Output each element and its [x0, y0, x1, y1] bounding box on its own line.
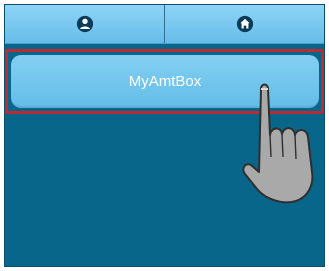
user-icon [76, 15, 93, 33]
tab-home[interactable] [164, 5, 324, 43]
tab-profile[interactable] [5, 5, 164, 43]
myamtbox-button[interactable]: MyAmtBox [11, 55, 319, 108]
app-screen: MyAmtBox [4, 4, 325, 267]
myamtbox-button-label: MyAmtBox [128, 73, 202, 90]
home-icon [236, 15, 253, 33]
top-toolbar [5, 5, 324, 44]
